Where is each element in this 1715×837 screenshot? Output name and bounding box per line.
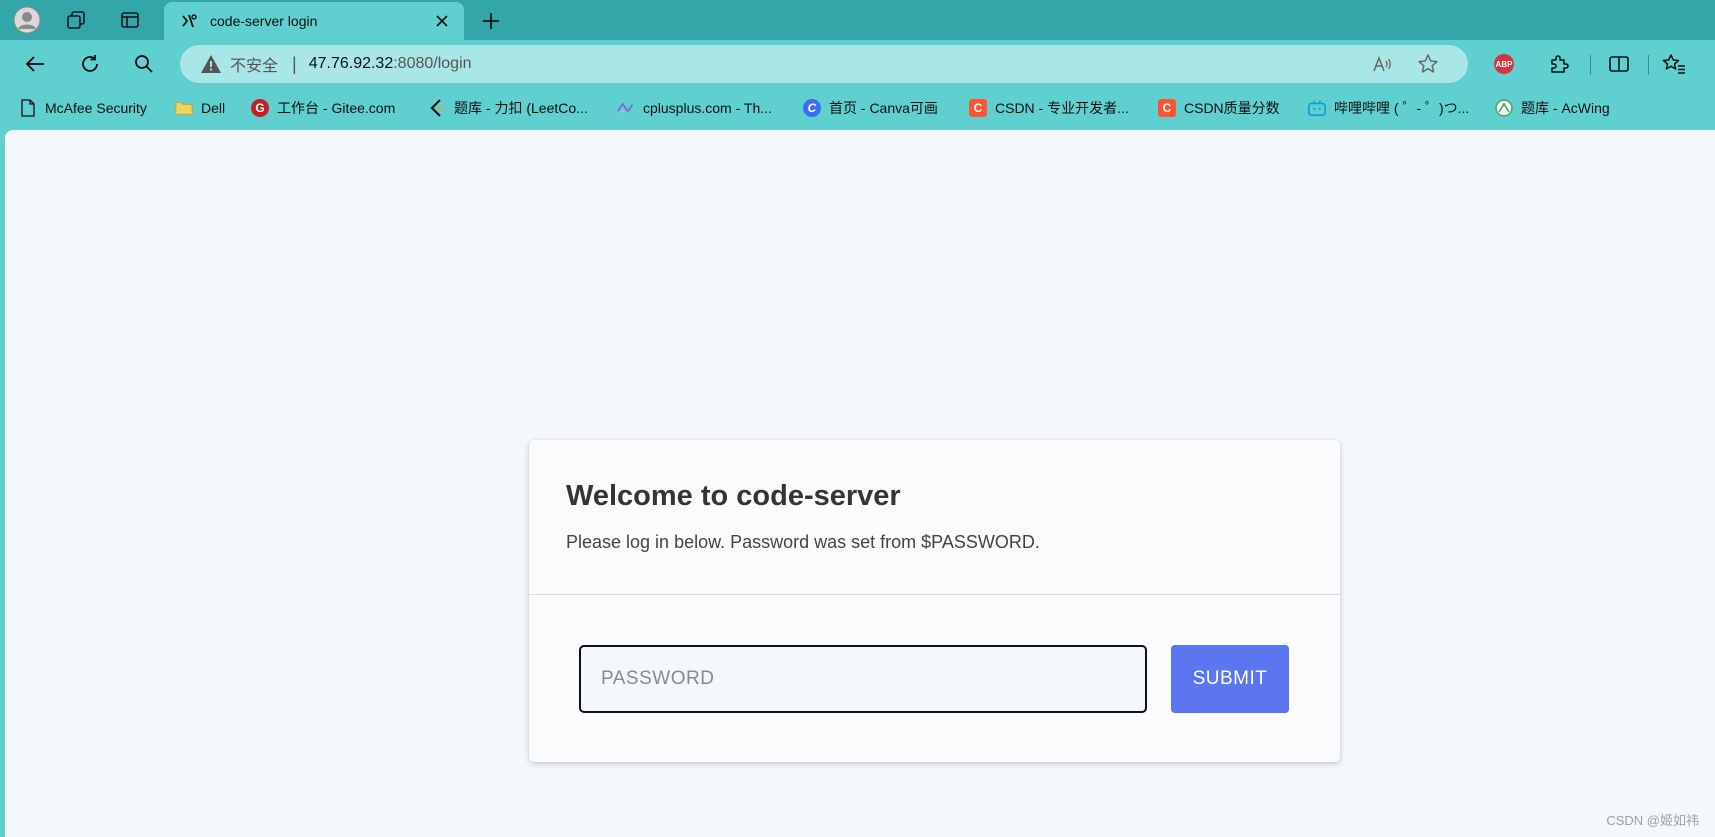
toolbar-divider (1590, 55, 1591, 75)
back-arrow-icon (25, 56, 44, 72)
bookmark-label: 首页 - Canva可画 (829, 100, 938, 116)
url-path: :8080/login (393, 55, 472, 72)
tab-close-button[interactable] (432, 11, 452, 31)
gitee-icon: G (251, 99, 269, 117)
star-icon (1418, 54, 1438, 73)
login-instructions: Please log in below. Password was set fr… (566, 532, 1040, 552)
acwing-icon (1495, 99, 1513, 117)
search-icon (135, 55, 153, 73)
browser-toolbar: 不安全 | 47.76.92.32 :8080/login ABP (0, 40, 1715, 88)
profile-avatar-icon (13, 6, 41, 34)
folder-icon (175, 99, 193, 117)
favorites-button[interactable] (1657, 47, 1691, 81)
toolbar-divider (1648, 55, 1649, 75)
watermark: CSDN @姬如祎 (1606, 813, 1699, 828)
adblock-plus-icon: ABP (1494, 54, 1514, 74)
tab-actions-button[interactable] (113, 3, 147, 37)
favorites-list-icon (1662, 54, 1685, 74)
login-card: Welcome to code-server Please log in bel… (529, 440, 1340, 762)
new-tab-button[interactable] (474, 4, 508, 38)
bookmark-acwing[interactable]: 题库 - AcWing (1495, 96, 1610, 120)
tab-strip: code-server login (0, 0, 1715, 40)
bookmark-csdn[interactable]: C CSDN - 专业开发者... (969, 96, 1129, 120)
bookmark-label: CSDN质量分数 (1184, 100, 1280, 116)
page-title: Welcome to code-server (566, 480, 901, 512)
bookmark-label: Dell (201, 100, 226, 116)
address-separator: | (292, 53, 297, 74)
bookmark-label: 工作台 - Gitee.com (277, 100, 396, 116)
bookmark-label: McAfee Security (45, 100, 147, 116)
login-card-header: Welcome to code-server Please log in bel… (529, 440, 1340, 595)
split-screen-icon (1609, 56, 1629, 72)
read-aloud-icon (1373, 55, 1391, 72)
tab-title: code-server login (210, 13, 318, 29)
puzzle-piece-icon (1551, 55, 1569, 73)
plus-icon (483, 13, 499, 29)
bookmark-bilibili[interactable]: 哔哩哔哩 ( ゜- ゜)つ... (1308, 96, 1469, 120)
security-status[interactable]: 不安全 (230, 52, 278, 76)
bookmark-cplusplus[interactable]: cplusplus.com - Th... (617, 96, 772, 120)
bookmark-canva[interactable]: C 首页 - Canva可画 (803, 96, 938, 120)
close-icon (436, 15, 448, 27)
bookmark-leetcode[interactable]: 题库 - 力扣 (LeetCo... (428, 96, 588, 120)
tab-code-server-login[interactable]: code-server login (164, 2, 464, 40)
cplusplus-icon (617, 99, 635, 117)
split-screen-button[interactable] (1602, 47, 1636, 81)
csdn-icon: C (1158, 99, 1176, 117)
bookmark-gitee[interactable]: G 工作台 - Gitee.com (251, 96, 395, 120)
reload-button[interactable] (73, 47, 107, 81)
submit-button[interactable]: SUBMIT (1171, 645, 1289, 713)
warning-triangle-icon[interactable] (200, 53, 222, 75)
search-button[interactable] (127, 47, 161, 81)
bookmark-label: cplusplus.com - Th... (643, 100, 772, 116)
reload-icon (82, 55, 98, 72)
bookmark-label: CSDN - 专业开发者... (995, 100, 1129, 116)
bookmark-dell[interactable]: Dell (175, 96, 225, 120)
favorite-star-button[interactable] (1411, 47, 1445, 81)
bookmark-label: 题库 - AcWing (1521, 100, 1610, 116)
read-aloud-button[interactable] (1365, 47, 1399, 81)
bookmark-label: 题库 - 力扣 (LeetCo... (454, 100, 588, 116)
extensions-button[interactable] (1542, 47, 1576, 81)
canva-icon: C (803, 99, 821, 117)
url-host: 47.76.92.32 (308, 55, 394, 72)
bilibili-icon (1308, 99, 1326, 117)
workspaces-icon (67, 11, 85, 29)
bookmark-label: 哔哩哔哩 ( ゜- ゜)つ... (1334, 100, 1470, 116)
bookmark-mcafee[interactable]: McAfee Security (19, 96, 147, 120)
profile-avatar-button[interactable] (10, 3, 44, 37)
document-icon (19, 99, 37, 117)
tab-actions-icon (121, 12, 139, 28)
bookmarks-bar: McAfee Security Dell G 工作台 - Gitee.com 题… (0, 88, 1715, 128)
adblock-extension-button[interactable]: ABP (1487, 47, 1521, 81)
workspaces-button[interactable] (59, 3, 93, 37)
page-viewport: Welcome to code-server Please log in bel… (5, 130, 1715, 837)
csdn-icon: C (969, 99, 987, 117)
back-button[interactable] (18, 47, 52, 81)
leetcode-icon (428, 99, 446, 117)
password-input[interactable] (579, 645, 1147, 713)
bookmark-csdn-quality[interactable]: C CSDN质量分数 (1158, 96, 1280, 120)
address-bar[interactable]: 不安全 | 47.76.92.32 :8080/login (180, 45, 1468, 83)
code-server-favicon-icon (182, 14, 197, 28)
